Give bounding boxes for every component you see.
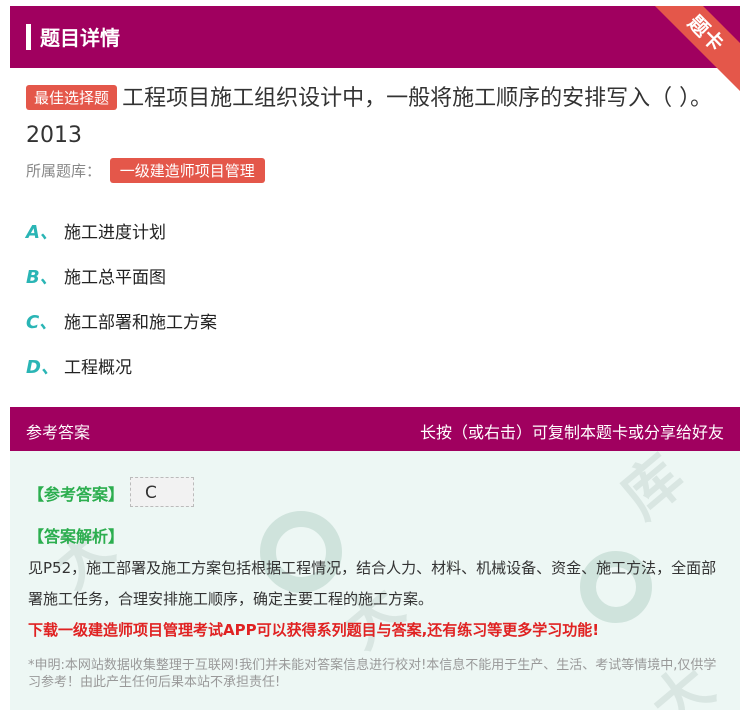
question-text: 工程项目施工组织设计中，一般将施工顺序的安排写入（ ）。2013: [26, 86, 713, 148]
analysis-text: 见P52，施工部署及施工方案包括根据工程情况，结合人力、材料、机械设备、资金、施…: [28, 559, 717, 608]
option-text: 施工部署和施工方案: [64, 313, 217, 333]
question-card: 题目详情 题卡 最佳选择题 工程项目施工组织设计中，一般将施工顺序的安排写入（ …: [10, 6, 740, 710]
answer-body: 大 大 库 大 【参考答案】 C 【答案解析】 见P52，施工部署及施工方案包括…: [10, 451, 740, 710]
option-letter: A、: [26, 221, 58, 243]
option-c[interactable]: C、 施工部署和施工方案: [26, 298, 217, 343]
answer-header: 参考答案 长按（或右击）可复制本题卡或分享给好友: [10, 407, 740, 451]
card-header: 题目详情: [10, 6, 740, 68]
option-letter: C、: [26, 311, 58, 333]
library-row: 所属题库： 一级建造师项目管理: [26, 158, 265, 183]
reference-answer-label: 【参考答案】: [28, 485, 125, 504]
answer-section-title: 参考答案: [26, 423, 91, 442]
question-type-badge: 最佳选择题: [26, 85, 118, 110]
library-badge[interactable]: 一级建造师项目管理: [109, 158, 265, 183]
options-list: A、 施工进度计划 B、 施工总平面图 C、 施工部署和施工方案 D、 工程概况: [26, 208, 217, 388]
option-a[interactable]: A、 施工进度计划: [26, 208, 217, 253]
watermark-glyph: 库: [608, 451, 697, 532]
option-text: 施工总平面图: [64, 268, 166, 288]
option-d[interactable]: D、 工程概况: [26, 343, 217, 388]
library-label: 所属题库：: [26, 162, 102, 180]
disclaimer-text: *申明:本网站数据收集整理于互联网!我们并未能对答案信息进行校对!本信息不能用于…: [28, 658, 717, 690]
analysis-label: 【答案解析】: [28, 527, 125, 546]
option-text: 工程概况: [64, 358, 132, 378]
header-accent-bar: [26, 24, 31, 50]
option-letter: D、: [26, 356, 59, 378]
app-promo-link[interactable]: 下载一级建造师项目管理考试APP可以获得系列题目与答案,还有练习等更多学习功能!: [28, 619, 599, 640]
question-row: 最佳选择题 工程项目施工组织设计中，一般将施工顺序的安排写入（ ）。2013: [26, 80, 726, 154]
reference-answer-value: C: [130, 477, 194, 507]
share-hint: 长按（或右击）可复制本题卡或分享给好友: [419, 423, 724, 442]
option-b[interactable]: B、 施工总平面图: [26, 253, 217, 298]
option-letter: B、: [26, 266, 58, 288]
option-text: 施工进度计划: [64, 223, 166, 243]
page-title: 题目详情: [40, 26, 120, 50]
